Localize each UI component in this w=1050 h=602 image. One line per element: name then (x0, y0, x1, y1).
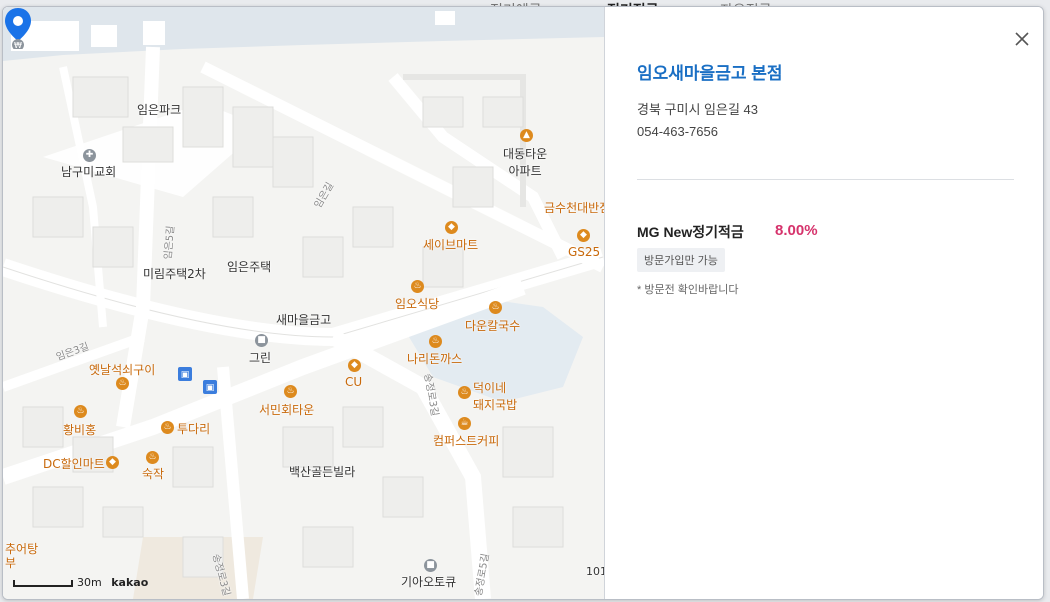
map-label-daedong-apt: 대동타운 아파트 (503, 147, 548, 178)
map-label-101: 101 (586, 565, 604, 578)
church-icon: ✚ (83, 149, 96, 162)
bus-stop-icon[interactable]: ▣ (178, 367, 192, 381)
branch-info-panel: 임오새마을금고 본점 경북 구미시 임은길 43 054-463-7656 MG… (604, 7, 1043, 599)
divider (637, 179, 1014, 180)
car-service-icon: ■ (424, 559, 437, 572)
branch-address: 경북 구미시 임은길 43 (637, 102, 758, 117)
restaurant-icon: ♨ (161, 421, 174, 434)
restaurant-icon: ♨ (489, 301, 502, 314)
map-label-bbq: 옛날석쇠구이 (89, 363, 156, 377)
visit-note: * 방문전 확인바랍니다 (637, 284, 739, 296)
branch-phone: 054-463-7656 (637, 124, 718, 139)
map-label-mirim: 미림주택2차 (143, 267, 206, 281)
restaurant-icon: ♨ (429, 335, 442, 348)
map-label-gs25: GS25 (568, 245, 601, 259)
mart-icon: ◆ (106, 456, 119, 469)
branch-contact: 경북 구미시 임은길 43 054-463-7656 (637, 99, 758, 143)
map-label-restaurant: 금수천대반점 (544, 201, 604, 215)
map-label-seomin: 서민회타운 (259, 403, 315, 417)
map-brand: kakao (111, 576, 149, 589)
map-label-imeun-park: 임은파크 (137, 103, 182, 117)
mart-icon: ◆ (445, 221, 458, 234)
map-label-kalguksu: 다운칼국수 (465, 319, 521, 333)
branch-map[interactable]: 임은파크 ✚ 남구미교회 ▲ 대동타운 아파트 금수천대반점 ◆ 세이브마트 ◆… (3, 7, 604, 599)
map-label-kia: 기아오토큐 (401, 575, 457, 589)
scale-text: 30m (77, 576, 102, 589)
cafe-icon: ☕ (458, 417, 471, 430)
map-label-dc-mart: DC할인마트 (43, 457, 105, 471)
selected-branch-marker-icon[interactable]: ₩ (3, 7, 33, 49)
scale-bar (13, 579, 73, 587)
branch-detail-modal: 임은파크 ✚ 남구미교회 ▲ 대동타운 아파트 금수천대반점 ◆ 세이브마트 ◆… (2, 6, 1044, 600)
restaurant-icon: ♨ (74, 405, 87, 418)
map-label-saemaeul: 새마을금고 (276, 313, 332, 327)
map-scale: 30m kakao (13, 576, 148, 589)
visit-only-badge: 방문가입만 가능 (637, 248, 725, 272)
map-label-baeksan: 백산골든빌라 (289, 465, 356, 479)
road-label: 임은5길 (163, 225, 177, 261)
convenience-store-icon: ◆ (348, 359, 361, 372)
map-label-chueotang: 추어탕 부 (5, 542, 39, 570)
close-icon[interactable] (1012, 29, 1032, 49)
map-label-sukjak: 숙작 (142, 467, 165, 481)
apartment-icon: ▲ (520, 129, 533, 142)
map-label-hwangbihong: 황비홍 (63, 423, 97, 437)
map-label-tudari: 투다리 (177, 422, 211, 436)
map-label-save-mart: 세이브마트 (423, 238, 479, 252)
map-label-imeun-housing: 임은주택 (227, 260, 272, 274)
interest-rate: 8.00% (775, 222, 818, 239)
map-label-green: 그린 (249, 351, 272, 365)
restaurant-icon: ♨ (458, 386, 471, 399)
map-label-church: 남구미교회 (61, 165, 117, 179)
bus-stop-icon[interactable]: ▣ (203, 380, 217, 394)
building-icon: ■ (255, 334, 268, 347)
convenience-store-icon: ◆ (577, 229, 590, 242)
svg-text:₩: ₩ (14, 41, 22, 49)
product-name: MG New정기적금 (637, 224, 744, 240)
restaurant-icon: ♨ (284, 385, 297, 398)
map-label-gukbap: 덕이네 돼지국밥 (473, 381, 518, 412)
restaurant-icon: ♨ (146, 451, 159, 464)
map-label-donkatsu: 나리돈까스 (407, 352, 463, 366)
map-label-imo-restaurant: 임오식당 (395, 297, 440, 311)
restaurant-icon: ♨ (116, 377, 129, 390)
map-label-coffee: 컴퍼스트커피 (433, 434, 500, 448)
map-base (3, 7, 604, 599)
branch-title: 임오새마을금고 본점 (637, 64, 783, 83)
restaurant-icon: ♨ (411, 280, 424, 293)
map-label-cu: CU (345, 375, 363, 389)
